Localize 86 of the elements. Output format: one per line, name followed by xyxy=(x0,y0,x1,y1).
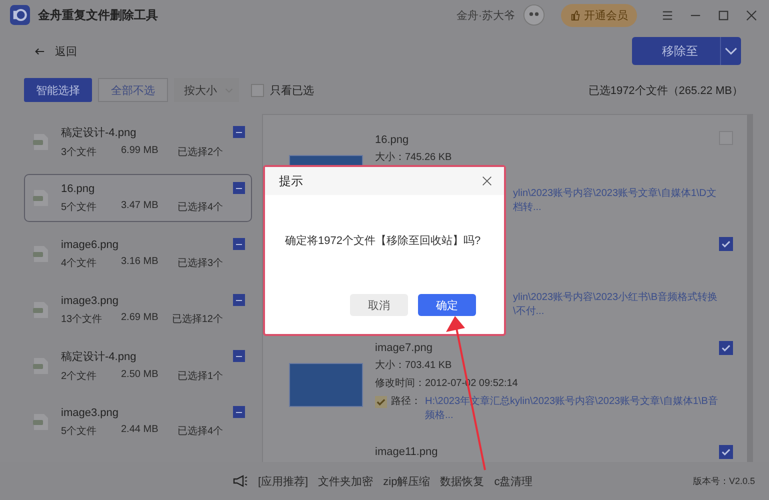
checkbox[interactable] xyxy=(375,396,387,408)
window-title: 金舟重复文件删除工具 xyxy=(38,6,158,24)
menu-icon[interactable] xyxy=(662,10,673,20)
checkbox[interactable] xyxy=(233,406,245,418)
selected-count: 已选择2个 xyxy=(177,146,223,159)
dialog-message: 确定将1972个文件【移除至回收站】吗? xyxy=(284,234,482,249)
confirm-button[interactable]: 确定 xyxy=(418,294,476,316)
sort-dropdown[interactable]: 按大小 xyxy=(174,78,239,102)
checkbox[interactable] xyxy=(233,350,245,362)
deselect-all-button[interactable]: 全部不选 xyxy=(98,78,168,102)
maximize-icon[interactable] xyxy=(718,10,729,20)
path-label: 路径： xyxy=(391,395,421,409)
footer-link[interactable]: zip解压缩 xyxy=(383,474,430,488)
selected-count: 已选择12个 xyxy=(172,312,223,326)
file-name: image11.png xyxy=(375,445,439,460)
group-size: 6.99 MB xyxy=(121,145,160,158)
group-name: image6.png xyxy=(61,238,120,250)
footer-link[interactable]: c盘清理 xyxy=(494,474,533,488)
footer-link[interactable]: [应用推荐] xyxy=(258,474,308,488)
group-size: 2.50 MB xyxy=(121,369,160,382)
smart-select-button[interactable]: 智能选择 xyxy=(24,78,92,102)
group-item[interactable]: image3.png 5个文件 2.44 MB 已选择4个 xyxy=(24,398,252,446)
group-size: 3.16 MB xyxy=(121,256,160,268)
checkbox[interactable] xyxy=(233,238,245,250)
group-name: image3.png xyxy=(61,406,120,418)
cancel-button[interactable]: 取消 xyxy=(350,294,408,316)
check-icon xyxy=(720,238,732,250)
image-file-icon xyxy=(31,188,51,208)
checkbox[interactable] xyxy=(719,341,733,355)
checkbox[interactable] xyxy=(719,445,733,459)
group-size: 2.44 MB xyxy=(121,424,160,436)
thumbs-up-icon xyxy=(570,10,581,20)
close-icon[interactable] xyxy=(746,10,757,20)
version-label: 版本号：V2.0.5 xyxy=(692,474,755,488)
group-item[interactable]: 稿定设计-4.png 2个文件 2.50 MB 已选择1个 xyxy=(24,342,252,390)
image-file-icon xyxy=(31,356,51,376)
file-count: 13个文件 xyxy=(61,312,104,326)
selected-count: 已选择1个 xyxy=(177,370,223,383)
back-button[interactable]: 返回 xyxy=(32,42,79,60)
group-item[interactable]: 稿定设计-4.png 3个文件 6.99 MB 已选择2个 xyxy=(24,118,252,166)
checkbox[interactable] xyxy=(251,84,264,96)
file-size: 大小：703.41 KB xyxy=(375,358,453,373)
group-item[interactable]: 16.png 5个文件 3.47 MB 已选择4个 xyxy=(24,174,252,222)
group-size: 2.69 MB xyxy=(121,312,160,324)
file-size: 大小：745.26 KB xyxy=(375,150,453,165)
group-item[interactable]: image6.png 4个文件 3.16 MB 已选择3个 xyxy=(24,230,252,278)
group-name: 稿定设计-4.png xyxy=(61,126,138,140)
group-name: 稿定设计-4.png xyxy=(61,350,138,364)
app-logo-icon xyxy=(10,5,30,25)
selection-summary: 已选1972个文件（265.22 MB） xyxy=(588,84,743,98)
file-count: 3个文件 xyxy=(61,146,98,159)
checkbox[interactable] xyxy=(233,182,245,194)
megaphone-icon[interactable] xyxy=(232,473,248,489)
check-icon xyxy=(720,342,732,354)
check-icon xyxy=(375,396,387,408)
file-count: 2个文件 xyxy=(61,370,98,383)
group-name: image3.png xyxy=(61,294,120,306)
file-count: 4个文件 xyxy=(61,256,98,270)
group-item[interactable]: image3.png 13个文件 2.69 MB 已选择12个 xyxy=(24,286,252,334)
avatar-icon[interactable] xyxy=(523,4,545,26)
checkbox-label[interactable]: 只看已选 xyxy=(270,82,314,98)
image-file-icon xyxy=(31,244,51,264)
footer-link[interactable]: 数据恢复 xyxy=(440,474,484,488)
selected-count: 已选择4个 xyxy=(177,424,223,438)
checkbox[interactable] xyxy=(233,126,245,138)
vip-button[interactable]: 开通会员 xyxy=(561,4,637,26)
file-name: image7.png xyxy=(375,341,434,356)
user-name: 金舟·苏大爷 xyxy=(456,8,515,22)
image-file-icon xyxy=(31,300,51,320)
checkbox[interactable] xyxy=(233,294,245,306)
check-icon xyxy=(720,446,732,458)
close-icon[interactable] xyxy=(482,176,492,186)
image-file-icon xyxy=(31,132,51,152)
footer-link[interactable]: 文件夹加密 xyxy=(318,474,374,488)
file-name: 16.png xyxy=(375,133,410,148)
move-to-button[interactable]: 移除至 xyxy=(632,37,741,65)
selected-count: 已选择3个 xyxy=(177,256,223,270)
group-size: 3.47 MB xyxy=(121,200,160,212)
group-name: 16.png xyxy=(61,182,96,194)
checkbox[interactable] xyxy=(719,237,733,251)
back-arrow-icon xyxy=(34,46,45,56)
file-count: 5个文件 xyxy=(61,424,98,438)
selected-count: 已选择4个 xyxy=(177,200,223,214)
image-file-icon xyxy=(31,412,51,432)
dialog-title: 提示 xyxy=(279,172,303,190)
file-count: 5个文件 xyxy=(61,200,98,214)
